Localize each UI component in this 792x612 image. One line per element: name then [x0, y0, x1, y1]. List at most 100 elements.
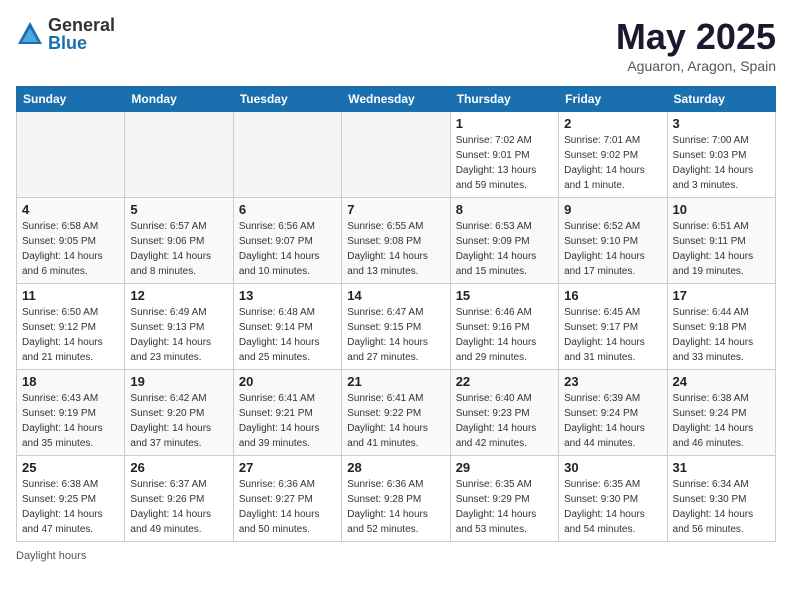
logo-text: General Blue	[48, 16, 115, 52]
calendar-cell-18: 18 Sunrise: 6:43 AMSunset: 9:19 PMDayligh…	[17, 370, 125, 456]
month-title: May 2025	[616, 16, 776, 58]
day-info-4: Sunrise: 6:58 AMSunset: 9:05 PMDaylight:…	[22, 219, 119, 279]
title-block: May 2025 Aguaron, Aragon, Spain	[616, 16, 776, 74]
calendar-cell-10: 10Sunrise: 6:51 AMSunset: 9:11 PMDayligh…	[667, 198, 775, 284]
location: Aguaron, Aragon, Spain	[616, 58, 776, 74]
calendar-cell-27: 27 Sunrise: 6:36 AMSunset: 9:27 PMDayligh…	[233, 456, 341, 542]
calendar: SundayMondayTuesdayWednesdayThursdayFrid…	[16, 86, 776, 542]
day-info-15: Sunrise: 6:46 AMSunset: 9:16 PMDaylight:…	[456, 305, 553, 365]
day-info-5: Sunrise: 6:57 AMSunset: 9:06 PMDaylight:…	[130, 219, 227, 279]
day-info-1: Sunrise: 7:02 AMSunset: 9:01 PMDaylight:…	[456, 133, 553, 193]
calendar-cell-29: 29Sunrise: 6:35 AMSunset: 9:29 PMDayligh…	[450, 456, 558, 542]
calendar-cell-25: 25Sunrise: 6:38 AMSunset: 9:25 PMDayligh…	[17, 456, 125, 542]
calendar-cell-empty	[342, 112, 450, 198]
header-monday: Monday	[125, 87, 233, 112]
day-number-29: 29	[456, 460, 553, 475]
calendar-cell-14: 14Sunrise: 6:47 AMSunset: 9:15 PMDayligh…	[342, 284, 450, 370]
day-info-23: Sunrise: 6:39 AMSunset: 9:24 PMDaylight:…	[564, 391, 661, 451]
day-number-18: 18	[22, 374, 119, 389]
day-info-8: Sunrise: 6:53 AMSunset: 9:09 PMDaylight:…	[456, 219, 553, 279]
calendar-cell-11: 11Sunrise: 6:50 AMSunset: 9:12 PMDayligh…	[17, 284, 125, 370]
logo-blue: Blue	[48, 34, 115, 52]
calendar-cell-8: 8 Sunrise: 6:53 AMSunset: 9:09 PMDaylight…	[450, 198, 558, 284]
day-info-2: Sunrise: 7:01 AMSunset: 9:02 PMDaylight:…	[564, 133, 661, 193]
day-number-16: 16	[564, 288, 661, 303]
calendar-week-4: 25Sunrise: 6:38 AMSunset: 9:25 PMDayligh…	[17, 456, 776, 542]
calendar-cell-22: 22 Sunrise: 6:40 AMSunset: 9:23 PMDayligh…	[450, 370, 558, 456]
day-number-3: 3	[673, 116, 770, 131]
calendar-cell-13: 13 Sunrise: 6:48 AMSunset: 9:14 PMDayligh…	[233, 284, 341, 370]
calendar-cell-5: 5 Sunrise: 6:57 AMSunset: 9:06 PMDaylight…	[125, 198, 233, 284]
calendar-cell-empty	[17, 112, 125, 198]
day-info-26: Sunrise: 6:37 AMSunset: 9:26 PMDaylight:…	[130, 477, 227, 537]
day-info-16: Sunrise: 6:45 AMSunset: 9:17 PMDaylight:…	[564, 305, 661, 365]
header-sunday: Sunday	[17, 87, 125, 112]
calendar-cell-empty	[125, 112, 233, 198]
calendar-cell-17: 17 Sunrise: 6:44 AMSunset: 9:18 PMDayligh…	[667, 284, 775, 370]
day-info-24: Sunrise: 6:38 AMSunset: 9:24 PMDaylight:…	[673, 391, 770, 451]
calendar-cell-4: 4 Sunrise: 6:58 AMSunset: 9:05 PMDaylight…	[17, 198, 125, 284]
day-number-9: 9	[564, 202, 661, 217]
calendar-week-2: 11Sunrise: 6:50 AMSunset: 9:12 PMDayligh…	[17, 284, 776, 370]
day-number-12: 12	[130, 288, 227, 303]
day-number-1: 1	[456, 116, 553, 131]
day-number-2: 2	[564, 116, 661, 131]
calendar-cell-9: 9Sunrise: 6:52 AMSunset: 9:10 PMDaylight…	[559, 198, 667, 284]
calendar-header-row: SundayMondayTuesdayWednesdayThursdayFrid…	[17, 87, 776, 112]
day-number-5: 5	[130, 202, 227, 217]
calendar-cell-7: 7 Sunrise: 6:55 AMSunset: 9:08 PMDaylight…	[342, 198, 450, 284]
day-number-28: 28	[347, 460, 444, 475]
day-info-13: Sunrise: 6:48 AMSunset: 9:14 PMDaylight:…	[239, 305, 336, 365]
day-number-30: 30	[564, 460, 661, 475]
calendar-cell-30: 30 Sunrise: 6:35 AMSunset: 9:30 PMDayligh…	[559, 456, 667, 542]
header-thursday: Thursday	[450, 87, 558, 112]
calendar-cell-26: 26 Sunrise: 6:37 AMSunset: 9:26 PMDayligh…	[125, 456, 233, 542]
calendar-week-1: 4 Sunrise: 6:58 AMSunset: 9:05 PMDaylight…	[17, 198, 776, 284]
header-friday: Friday	[559, 87, 667, 112]
day-number-14: 14	[347, 288, 444, 303]
calendar-cell-2: 2 Sunrise: 7:01 AMSunset: 9:02 PMDaylight…	[559, 112, 667, 198]
day-number-20: 20	[239, 374, 336, 389]
day-number-27: 27	[239, 460, 336, 475]
day-info-17: Sunrise: 6:44 AMSunset: 9:18 PMDaylight:…	[673, 305, 770, 365]
daylight-label: Daylight hours	[16, 550, 86, 562]
header: General Blue May 2025 Aguaron, Aragon, S…	[16, 16, 776, 74]
calendar-cell-15: 15 Sunrise: 6:46 AMSunset: 9:16 PMDayligh…	[450, 284, 558, 370]
day-number-13: 13	[239, 288, 336, 303]
day-info-18: Sunrise: 6:43 AMSunset: 9:19 PMDaylight:…	[22, 391, 119, 451]
day-number-4: 4	[22, 202, 119, 217]
calendar-week-0: 1 Sunrise: 7:02 AMSunset: 9:01 PMDaylight…	[17, 112, 776, 198]
day-number-22: 22	[456, 374, 553, 389]
logo-icon	[16, 20, 44, 48]
day-number-15: 15	[456, 288, 553, 303]
day-number-21: 21	[347, 374, 444, 389]
day-number-26: 26	[130, 460, 227, 475]
calendar-cell-19: 19Sunrise: 6:42 AMSunset: 9:20 PMDayligh…	[125, 370, 233, 456]
day-number-31: 31	[673, 460, 770, 475]
day-number-24: 24	[673, 374, 770, 389]
day-number-19: 19	[130, 374, 227, 389]
logo: General Blue	[16, 16, 115, 52]
day-number-8: 8	[456, 202, 553, 217]
day-number-17: 17	[673, 288, 770, 303]
day-info-22: Sunrise: 6:40 AMSunset: 9:23 PMDaylight:…	[456, 391, 553, 451]
calendar-cell-empty	[233, 112, 341, 198]
day-number-10: 10	[673, 202, 770, 217]
day-info-7: Sunrise: 6:55 AMSunset: 9:08 PMDaylight:…	[347, 219, 444, 279]
calendar-cell-12: 12 Sunrise: 6:49 AMSunset: 9:13 PMDayligh…	[125, 284, 233, 370]
header-tuesday: Tuesday	[233, 87, 341, 112]
day-info-28: Sunrise: 6:36 AMSunset: 9:28 PMDaylight:…	[347, 477, 444, 537]
day-info-12: Sunrise: 6:49 AMSunset: 9:13 PMDaylight:…	[130, 305, 227, 365]
header-wednesday: Wednesday	[342, 87, 450, 112]
calendar-cell-20: 20Sunrise: 6:41 AMSunset: 9:21 PMDayligh…	[233, 370, 341, 456]
calendar-cell-23: 23Sunrise: 6:39 AMSunset: 9:24 PMDayligh…	[559, 370, 667, 456]
day-number-11: 11	[22, 288, 119, 303]
calendar-cell-6: 6Sunrise: 6:56 AMSunset: 9:07 PMDaylight…	[233, 198, 341, 284]
day-info-30: Sunrise: 6:35 AMSunset: 9:30 PMDaylight:…	[564, 477, 661, 537]
day-number-7: 7	[347, 202, 444, 217]
calendar-cell-31: 31Sunrise: 6:34 AMSunset: 9:30 PMDayligh…	[667, 456, 775, 542]
day-info-3: Sunrise: 7:00 AMSunset: 9:03 PMDaylight:…	[673, 133, 770, 193]
calendar-cell-24: 24 Sunrise: 6:38 AMSunset: 9:24 PMDayligh…	[667, 370, 775, 456]
day-info-27: Sunrise: 6:36 AMSunset: 9:27 PMDaylight:…	[239, 477, 336, 537]
day-info-21: Sunrise: 6:41 AMSunset: 9:22 PMDaylight:…	[347, 391, 444, 451]
